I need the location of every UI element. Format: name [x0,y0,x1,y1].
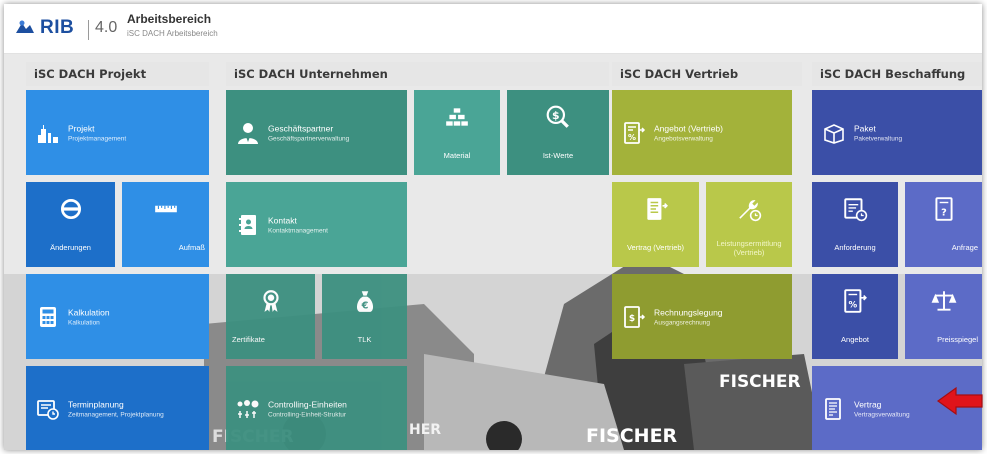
tile-material[interactable]: Material [414,90,500,175]
group-header-unternehmen: iSC DACH Unternehmen [226,62,609,86]
group-header-beschaffung: iSC DACH Beschaffung [812,62,982,86]
tile-rechnungslegung[interactable]: $ Rechnungslegung Ausgangsrechnung [612,274,792,359]
bricks-icon [446,108,468,126]
tile-subtitle: Angebotsverwaltung [654,135,713,142]
svg-text:?: ? [941,208,947,219]
fischer-label: FISCHER [586,425,678,447]
svg-text:%: % [628,133,636,142]
tile-subtitle: Geschäftspartnerverwaltung [268,135,350,142]
truck-label: HER [409,422,441,438]
tile-label: Preisspiegel [937,335,978,344]
tile-title: Kalkulation [68,307,110,317]
workspace-subtitle: iSC DACH Arbeitsbereich [127,29,218,38]
tile-subtitle: Kalkulation [68,319,100,326]
schedule-icon [37,399,59,420]
money-bag-icon: € [356,291,373,313]
tile-paket[interactable]: Paket Paketverwaltung [812,90,982,175]
tile-angebot-vertrieb[interactable]: % Angebot (Vertrieb) Angebotsverwaltung [612,90,792,175]
svg-text:$: $ [629,314,635,324]
tile-subtitle: Kontaktmanagement [268,227,328,234]
version-label: 4.0 [95,19,118,36]
tile-aufmass[interactable]: Aufmaß [122,182,209,267]
tile-title: Controlling-Einheiten [268,399,347,409]
svg-text:%: % [848,301,857,311]
tile-label: Ist-Werte [542,151,574,160]
calculator-icon [40,306,56,327]
scales-icon [931,291,956,311]
tile-title: Geschäftspartner [268,123,334,133]
change-icon [60,199,81,220]
logo-divider [88,20,89,40]
tile-subtitle: Zeitmanagement, Projektplanung [68,411,164,418]
tile-ist-werte[interactable]: $ Ist-Werte [507,90,609,175]
rib-logo-icon [16,20,34,33]
tile-title: Paket [854,123,876,133]
person-icon [238,122,258,144]
tile-title: Angebot (Vertrieb) [654,123,723,133]
tile-subtitle: Ausgangsrechnung [654,319,711,326]
tile-projekt[interactable]: Projekt Projektmanagement [26,90,209,175]
tile-zertifikate[interactable]: Zertifikate [226,274,315,359]
tile-tlk[interactable]: € TLK [322,274,407,359]
request-icon [844,198,868,222]
award-icon [262,290,279,313]
app-window: FISCHER FISCHER FISCHER HER RIB 4.0 Arbe… [4,4,982,450]
invoice-icon: $ [624,305,646,328]
tile-subtitle: Controlling-Einheit-Struktur [268,411,347,418]
tile-label: TLK [357,335,372,344]
group-header-projekt: iSC DACH Projekt [26,62,209,86]
structure-icon [237,399,259,418]
rib-logo-text: RIB [40,17,75,38]
tile-geschaeftspartner[interactable]: Geschäftspartner Geschäftspartnerverwaltu… [226,90,407,175]
tile-controlling-einheiten[interactable]: Controlling-Einheiten Controlling-Einheit… [226,366,407,450]
contract-icon [825,397,841,420]
tile-label: Vertrag (Vertrieb) [626,243,685,252]
tile-preisspiegel[interactable]: Preisspiegel [905,274,982,359]
tile-aenderungen[interactable]: Änderungen [26,182,115,267]
fischer-label: FISCHER [719,372,801,392]
tile-terminplanung[interactable]: Terminplanung Zeitmanagement, Projektplan… [26,366,209,450]
tile-subtitle: Vertragsverwaltung [854,411,910,418]
tile-subtitle: Projektmanagement [68,135,127,142]
tile-title: Terminplanung [68,399,124,409]
inquiry-doc-icon: ? [934,197,953,221]
percent-doc-icon: % [624,121,646,144]
skyline-icon [38,124,58,143]
tile-label: Anfrage [951,243,978,252]
top-bar: RIB 4.0 Arbeitsbereich iSC DACH Arbeitsb… [4,4,982,54]
tile-title: Kontakt [268,215,297,225]
wrench-clock-icon [739,200,762,222]
tile-label: Änderungen [50,243,91,252]
tile-anfrage[interactable]: ? Anfrage [905,182,982,267]
tile-label: Zertifikate [232,335,265,344]
tile-label: Angebot [841,335,869,344]
money-search-icon: $ [546,105,569,129]
tile-angebot[interactable]: % Angebot [812,274,898,359]
tile-vertrag-vertrieb[interactable]: Vertrag (Vertrieb) [612,182,699,267]
contract-doc-icon [646,198,668,221]
tile-kalkulation[interactable]: Kalkulation Kalkulation [26,274,209,359]
annotation-arrow-icon [936,386,983,416]
tile-kontakt[interactable]: Kontakt Kontaktmanagement [226,182,407,267]
group-header-vertrieb: iSC DACH Vertrieb [612,62,802,86]
tile-label: Leistungsermittlung (Vertrieb) [716,239,782,257]
ruler-icon [154,205,177,213]
tile-subtitle: Paketverwaltung [854,135,903,142]
workspace-title: Arbeitsbereich [127,12,212,26]
contact-book-icon [239,214,256,235]
svg-text:€: € [360,301,368,312]
tile-label: Anforderung [834,243,876,252]
tile-label: Material [443,151,471,160]
tile-title: Projekt [68,123,95,133]
tile-title: Rechnungslegung [654,307,723,317]
package-icon [824,123,844,144]
tile-title: Vertrag [854,399,882,409]
tile-leistungsermittlung[interactable]: Leistungsermittlung (Vertrieb) [706,182,792,267]
tile-label: Aufmaß [178,243,205,252]
percent-doc-icon: % [844,289,867,313]
tile-anforderung[interactable]: Anforderung [812,182,898,267]
svg-text:$: $ [552,109,560,122]
